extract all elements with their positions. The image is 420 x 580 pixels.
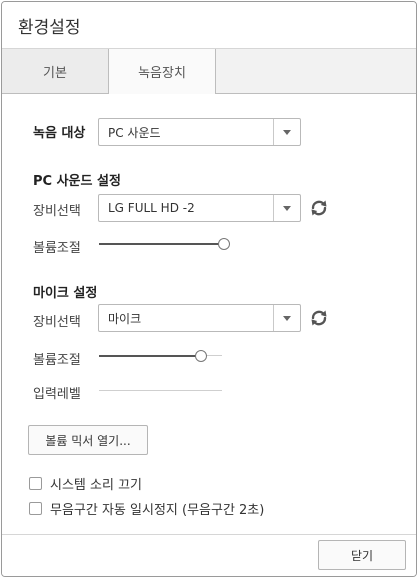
mic-device-value: 마이크: [108, 311, 142, 326]
refresh-icon[interactable]: [308, 197, 330, 219]
mic-volume-label: 볼륨조절: [33, 353, 81, 368]
pc-sound-section-title: PC 사운드 설정: [33, 174, 121, 189]
mute-system-sound-checkbox[interactable]: [29, 477, 42, 490]
auto-pause-silence-label: 무음구간 자동 일시정지 (무음구간 2초): [50, 503, 265, 518]
auto-pause-silence-checkbox[interactable]: [29, 502, 42, 515]
refresh-icon[interactable]: [308, 307, 330, 329]
input-level-meter: [99, 390, 222, 391]
pc-sound-device-label: 장비선택: [33, 204, 81, 219]
mute-system-sound-option[interactable]: 시스템 소리 끄기: [29, 474, 142, 493]
recording-target-select[interactable]: PC 사운드: [98, 118, 301, 146]
chevron-down-icon: [273, 305, 300, 331]
recording-target-value: PC 사운드: [108, 125, 161, 140]
pc-sound-volume-thumb[interactable]: [218, 238, 230, 250]
title-bar: 환경설정: [2, 2, 416, 49]
chevron-down-icon: [273, 195, 300, 221]
chevron-down-icon: [273, 119, 300, 145]
settings-dialog: 환경설정 기본 녹음장치 녹음 대상 PC 사운드 PC 사운드 설정 장비선택…: [1, 1, 417, 577]
tab-recording-device[interactable]: 녹음장치: [109, 49, 216, 94]
recording-target-label: 녹음 대상: [33, 126, 86, 141]
tab-basic[interactable]: 기본: [2, 49, 109, 93]
dialog-title: 환경설정: [18, 18, 81, 38]
pc-sound-device-value: LG FULL HD -2: [108, 201, 195, 215]
pc-sound-volume-label: 볼륨조절: [33, 241, 81, 256]
input-level-label: 입력레벨: [33, 387, 81, 402]
open-volume-mixer-button[interactable]: 볼륨 믹서 열기...: [28, 425, 148, 455]
pc-sound-volume-track[interactable]: [99, 243, 221, 245]
tab-bar: 기본 녹음장치: [2, 49, 416, 94]
mic-device-select[interactable]: 마이크: [98, 304, 301, 332]
mic-section-title: 마이크 설정: [33, 286, 98, 301]
close-button[interactable]: 닫기: [318, 540, 406, 570]
auto-pause-silence-option[interactable]: 무음구간 자동 일시정지 (무음구간 2초): [29, 499, 264, 518]
mic-volume-track[interactable]: [99, 355, 199, 357]
mic-device-label: 장비선택: [33, 315, 81, 330]
mic-volume-thumb[interactable]: [195, 350, 207, 362]
mute-system-sound-label: 시스템 소리 끄기: [50, 478, 142, 493]
pc-sound-device-select[interactable]: LG FULL HD -2: [98, 194, 301, 222]
